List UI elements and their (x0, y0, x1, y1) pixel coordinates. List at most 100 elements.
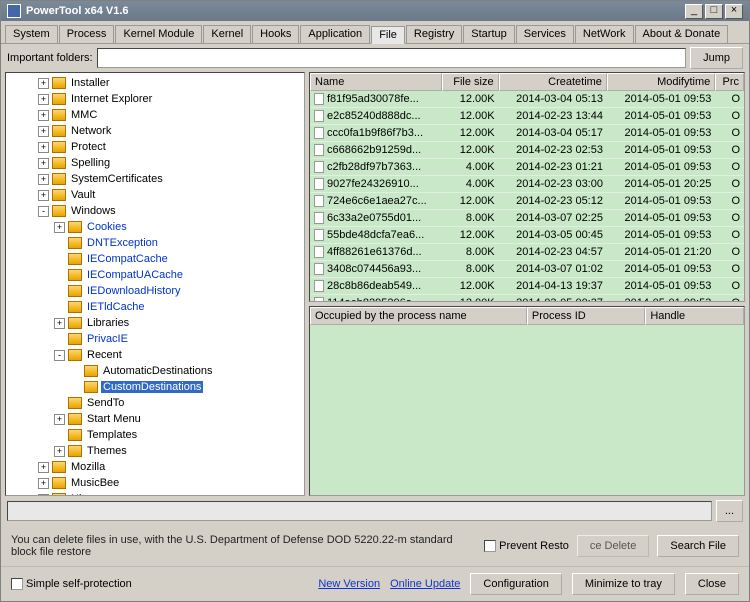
maximize-window-button[interactable]: □ (705, 4, 723, 19)
tree-item[interactable]: IECompatUACache (6, 267, 304, 283)
tree-item[interactable]: +Vault (6, 187, 304, 203)
tab-services[interactable]: Services (516, 25, 574, 43)
table-row[interactable]: ccc0fa1b9f86f7b3...12.00K2014-03-04 05:1… (310, 125, 744, 142)
table-row[interactable]: c2fb28df97b7363...4.00K2014-02-23 01:212… (310, 159, 744, 176)
table-row[interactable]: f81f95ad30078fe...12.00K2014-03-04 05:13… (310, 91, 744, 108)
tree-toggle-icon[interactable]: + (38, 158, 49, 169)
tree-toggle-icon[interactable]: + (38, 478, 49, 489)
tree-item[interactable]: + Protect (6, 139, 304, 155)
tree-toggle-icon[interactable]: + (38, 110, 49, 121)
tab-hooks[interactable]: Hooks (252, 25, 299, 43)
online-update-link[interactable]: Online Update (390, 578, 460, 590)
minimize-window-button[interactable]: _ (685, 4, 703, 19)
col-process-id[interactable]: Process ID (527, 307, 645, 325)
col-modifytime[interactable]: Modifytime (607, 73, 715, 91)
tree-item[interactable]: -Recent (6, 347, 304, 363)
table-row[interactable]: 4ff88261e61376d...8.00K2014-02-23 04:572… (310, 244, 744, 261)
tree-item[interactable]: +Installer (6, 75, 304, 91)
tree-toggle-icon[interactable]: + (54, 446, 65, 457)
tree-item-label: SystemCertificates (69, 173, 165, 185)
tab-file[interactable]: File (371, 26, 405, 44)
tree-item[interactable]: +Mozilla (6, 459, 304, 475)
tree-toggle-icon[interactable]: + (38, 174, 49, 185)
tree-item[interactable]: +Start Menu (6, 411, 304, 427)
table-row[interactable]: c668662b91259d...12.00K2014-02-23 02:532… (310, 142, 744, 159)
table-row[interactable]: e2c85240d888dc...12.00K2014-02-23 13:442… (310, 108, 744, 125)
col-process-name[interactable]: Occupied by the process name (310, 307, 527, 325)
close-button[interactable]: Close (685, 573, 739, 595)
table-row[interactable]: 3408c074456a93...8.00K2014-03-07 01:0220… (310, 261, 744, 278)
tree-item[interactable]: + Internet Explorer (6, 91, 304, 107)
table-row[interactable]: 114aeb8295206a...12.00K2014-03-05 00:372… (310, 295, 744, 302)
col-createtime[interactable]: Createtime (499, 73, 607, 91)
tree-item[interactable]: +Cookies (6, 219, 304, 235)
tree-item[interactable]: +Themes (6, 443, 304, 459)
force-delete-button[interactable]: ce Delete (577, 535, 649, 557)
browse-button[interactable]: ... (716, 500, 743, 522)
table-row[interactable]: 9027fe24326910...4.00K2014-02-23 03:0020… (310, 176, 744, 193)
tree-item[interactable]: +Spelling (6, 155, 304, 171)
tree-item[interactable]: IEDownloadHistory (6, 283, 304, 299)
tree-item-label: DNTException (85, 237, 160, 249)
search-file-button[interactable]: Search File (657, 535, 739, 557)
tree-toggle-icon[interactable]: + (38, 142, 49, 153)
tab-registry[interactable]: Registry (406, 25, 462, 43)
tree-item[interactable]: AutomaticDestinations (6, 363, 304, 379)
tree-toggle-icon[interactable]: + (38, 462, 49, 473)
tree-toggle-icon[interactable]: - (38, 206, 49, 217)
tree-item-label: Protect (69, 141, 108, 153)
folder-tree[interactable]: +Installer+Internet Explorer+MMC+Network… (5, 72, 305, 496)
tree-item[interactable]: +MMC (6, 107, 304, 123)
close-window-button[interactable]: × (725, 4, 743, 19)
tree-item[interactable]: Templates (6, 427, 304, 443)
tree-item[interactable]: SendTo (6, 395, 304, 411)
tree-item[interactable]: +MusicBee (6, 475, 304, 491)
configuration-button[interactable]: Configuration (470, 573, 561, 595)
tree-toggle-icon[interactable]: + (38, 78, 49, 89)
tree-toggle-icon[interactable]: + (38, 94, 49, 105)
tab-kernel[interactable]: Kernel (203, 25, 251, 43)
tree-item[interactable]: IETldCache (6, 299, 304, 315)
tree-toggle-icon[interactable]: + (54, 222, 65, 233)
col-prc[interactable]: Prc (715, 73, 744, 91)
tab-kernel-module[interactable]: Kernel Module (115, 25, 202, 43)
col-name[interactable]: Name (310, 73, 442, 91)
col-handle[interactable]: Handle (645, 307, 744, 325)
important-folders-input[interactable] (97, 48, 687, 68)
tab-startup[interactable]: Startup (463, 25, 514, 43)
tree-item[interactable]: +Libraries (6, 315, 304, 331)
tree-item[interactable]: +Network (6, 123, 304, 139)
tree-toggle-icon[interactable]: + (38, 190, 49, 201)
tree-item[interactable]: PrivacIE (6, 331, 304, 347)
new-version-link[interactable]: New Version (318, 578, 380, 590)
tab-system[interactable]: System (5, 25, 58, 43)
file-icon (314, 161, 324, 173)
tab-about-&-donate[interactable]: About & Donate (635, 25, 729, 43)
tree-toggle-icon[interactable]: + (54, 414, 65, 425)
tree-item[interactable]: DNTException (6, 235, 304, 251)
folder-icon (52, 477, 66, 489)
table-row[interactable]: 6c33a2e0755d01...8.00K2014-03-07 02:2520… (310, 210, 744, 227)
file-icon (314, 195, 324, 207)
tree-item[interactable]: + SystemCertificates (6, 171, 304, 187)
tree-item[interactable]: CustomDestinations (6, 379, 304, 395)
self-protection-checkbox[interactable]: Simple self-protection (11, 578, 132, 590)
table-row[interactable]: 55bde48dcfa7ea6...12.00K2014-03-05 00:45… (310, 227, 744, 244)
tree-toggle-icon[interactable]: + (54, 318, 65, 329)
tab-network[interactable]: NetWork (575, 25, 634, 43)
tree-item[interactable]: IECompatCache (6, 251, 304, 267)
table-row[interactable]: 724e6c6e1aea27c...12.00K2014-02-23 05:12… (310, 193, 744, 210)
table-row[interactable]: 28c8b86deab549...12.00K2014-04-13 19:372… (310, 278, 744, 295)
tab-process[interactable]: Process (59, 25, 115, 43)
col-size[interactable]: File size (442, 73, 499, 91)
jump-button[interactable]: Jump (690, 47, 743, 69)
folder-icon (68, 413, 82, 425)
tree-toggle-icon[interactable]: + (38, 126, 49, 137)
minimize-to-tray-button[interactable]: Minimize to tray (572, 573, 675, 595)
file-icon (314, 263, 324, 275)
tree-toggle-icon[interactable]: - (54, 350, 65, 361)
tree-item-label: Internet Explorer (69, 93, 154, 105)
tab-application[interactable]: Application (300, 25, 370, 43)
tree-item[interactable]: -Windows (6, 203, 304, 219)
prevent-restore-checkbox[interactable]: Prevent Resto (484, 540, 569, 552)
